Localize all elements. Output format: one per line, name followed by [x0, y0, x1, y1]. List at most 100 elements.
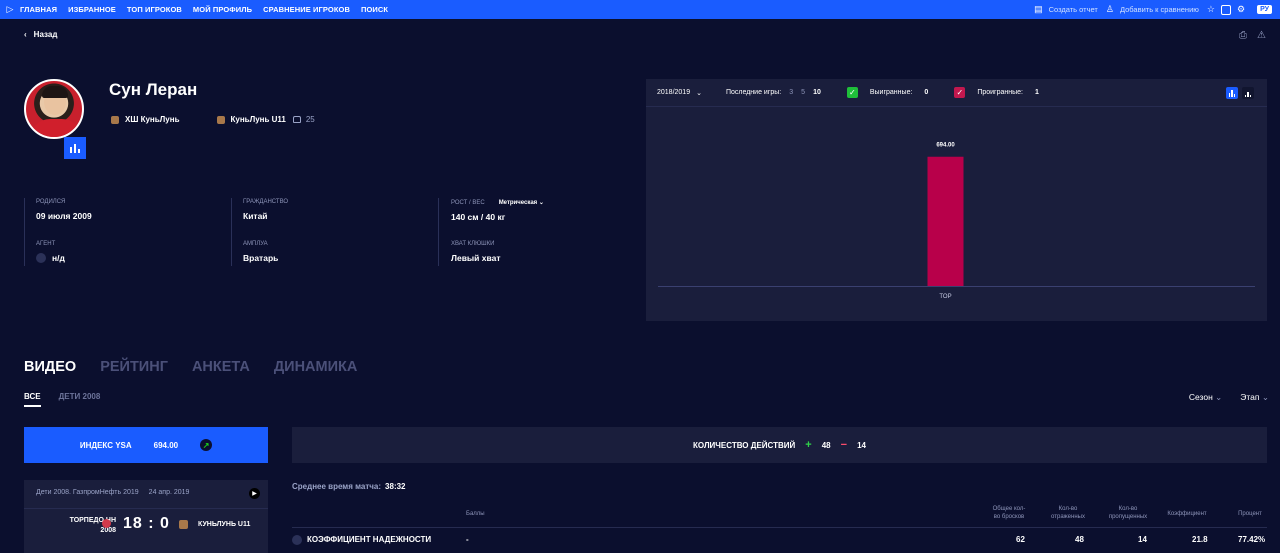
bar-chart: 694.00 TOP: [658, 143, 1255, 300]
row-points: -: [466, 535, 469, 544]
last-games-3[interactable]: 3: [789, 89, 793, 96]
chat-icon[interactable]: [1220, 4, 1231, 15]
home-team-logo-icon: [102, 519, 111, 528]
match-card[interactable]: Дети 2008. ГазпромНефть 2019 24 апр. 201…: [24, 480, 268, 553]
last-games-10[interactable]: 10: [813, 89, 821, 96]
away-team-logo-icon: [179, 520, 188, 529]
jersey-number-value: 25: [305, 115, 315, 124]
scatter-view-button[interactable]: [1242, 87, 1254, 99]
col-head-missed: Кол-во пропущенных: [1108, 506, 1148, 520]
unit-select[interactable]: Метрическая ⌄: [499, 199, 544, 206]
minus-icon: −: [840, 439, 848, 451]
team-link-2[interactable]: КуньЛунь U11: [216, 115, 286, 124]
chart-bar[interactable]: [927, 156, 964, 286]
add-compare-link[interactable]: Добавить к сравнению: [1120, 5, 1199, 14]
row-label: КОЭФФИЦИЕНТ НАДЕЖНОСТИ: [307, 535, 432, 544]
nav-favorites[interactable]: ИЗБРАННОЕ: [68, 5, 116, 14]
agent-value: н/д: [52, 253, 65, 263]
height-weight-block: РОСТ / ВЕС Метрическая ⌄ 140 см / 40 кг: [451, 199, 544, 223]
row-coef: 21.8: [1192, 535, 1208, 544]
chevron-down-icon: ⌄: [696, 89, 702, 97]
player-name: Сун Леран: [109, 80, 198, 99]
table-row[interactable]: [292, 527, 1267, 553]
actions-label: КОЛИЧЕСТВО ДЕЙСТВИЙ: [693, 440, 796, 450]
tab-dynamics[interactable]: ДИНАМИКА: [274, 359, 358, 375]
grip-value: Левый хват: [451, 253, 501, 263]
back-label: Назад: [33, 30, 58, 39]
avatar: [24, 79, 84, 139]
jersey-icon: [292, 116, 301, 123]
col-head-coef: Коэффициент: [1167, 511, 1207, 517]
warning-icon[interactable]: ⚠: [1257, 30, 1266, 41]
settings-icon[interactable]: ⚙: [1237, 4, 1245, 15]
stats-button[interactable]: [64, 137, 86, 159]
nav-search[interactable]: ПОИСК: [361, 5, 388, 14]
team-name-2: КуньЛунь U11: [230, 115, 286, 124]
actions-count-bar: КОЛИЧЕСТВО ДЕЙСТВИЙ + 48 − 14: [292, 427, 1267, 463]
hw-value: 140 см / 40 кг: [451, 212, 506, 222]
match-tournament: Дети 2008. ГазпромНефть 2019: [36, 489, 139, 496]
arrow-up-right-icon: ↗: [200, 439, 213, 451]
row-saved: 48: [1075, 535, 1084, 544]
born-label: РОДИЛСЯ: [36, 199, 66, 205]
star-icon[interactable]: ☆: [1207, 4, 1215, 15]
subtab-all[interactable]: ВСЕ: [24, 392, 41, 407]
top-nav: ▷ ГЛАВНАЯ ИЗБРАННОЕ ТОП ИГРОКОВ МОЙ ПРОФ…: [0, 0, 1280, 19]
nav-compare[interactable]: СРАВНЕНИЕ ИГРОКОВ: [263, 5, 350, 14]
ysa-index-value: 694.00: [153, 440, 179, 450]
last-games-5[interactable]: 5: [801, 89, 805, 96]
lost-label: Проигранные:: [977, 89, 1023, 96]
ysa-index-label: ИНДЕКС YSA: [79, 440, 132, 450]
bar-view-button[interactable]: [1226, 87, 1238, 99]
row-percent: 77.42%: [1238, 535, 1266, 544]
actions-plus-value: 48: [821, 440, 831, 450]
grip-label: ХВАТ КЛЮШКИ: [451, 241, 495, 247]
nav-top-players[interactable]: ТОП ИГРОКОВ: [127, 5, 182, 14]
hw-label: РОСТ / ВЕС: [451, 199, 485, 206]
subtab-kids-2008[interactable]: ДЕТИ 2008: [59, 392, 101, 407]
agent-block: АГЕНТ н/д: [36, 241, 65, 263]
user-add-icon[interactable]: ♙: [1106, 4, 1114, 15]
avg-match-time: Среднее время матча: 38:32: [292, 482, 406, 491]
match-date: 24 апр. 2019: [148, 489, 190, 496]
plus-icon: +: [805, 439, 812, 451]
back-button[interactable]: ‹ Назад: [24, 30, 57, 39]
won-label: Выигранные:: [869, 89, 913, 96]
lost-checkbox[interactable]: ✓: [954, 87, 966, 98]
nav-my-profile[interactable]: МОЙ ПРОФИЛЬ: [193, 5, 252, 14]
grip-block: ХВАТ КЛЮШКИ Левый хват: [451, 241, 501, 263]
chart-category-label: TOP: [939, 294, 951, 300]
agent-label: АГЕНТ: [36, 241, 56, 247]
team-link-1[interactable]: ХШ КуньЛунь: [111, 115, 180, 124]
language-switch[interactable]: РУ: [1257, 5, 1272, 14]
tab-video[interactable]: ВИДЕО: [24, 359, 76, 375]
play-icon[interactable]: ▶: [249, 488, 260, 499]
last-games-label: Последние игры:: [725, 89, 782, 96]
actions-minus-value: 14: [857, 440, 866, 450]
col-head-saved: Кол-во отраженных: [1051, 506, 1085, 520]
report-icon[interactable]: ▤: [1034, 4, 1043, 15]
logo-icon[interactable]: ▷: [0, 0, 20, 19]
chevron-left-icon: ‹: [24, 30, 27, 39]
won-checkbox[interactable]: ✓: [846, 87, 858, 98]
col-head-points: Баллы: [466, 511, 485, 517]
col-head-total-shots: Общее кол-во бросков: [992, 506, 1026, 520]
team-logo-icon: [216, 115, 225, 124]
ysa-index-button[interactable]: ИНДЕКС YSA 694.00 ↗: [24, 427, 268, 463]
tab-profile[interactable]: АНКЕТА: [192, 359, 250, 375]
nav-home[interactable]: ГЛАВНАЯ: [20, 5, 57, 14]
season-filter[interactable]: Сезон: [1189, 392, 1222, 403]
won-count: 0: [924, 89, 929, 96]
tab-rating[interactable]: РЕЙТИНГ: [100, 359, 168, 375]
role-block: АМПЛУА Вратарь: [243, 241, 278, 263]
season-select[interactable]: 2018/2019 ⌄: [657, 89, 702, 97]
citizen-label: ГРАЖДАНСТВО: [243, 199, 289, 205]
stage-filter[interactable]: Этап: [1240, 392, 1269, 403]
role-value: Вратарь: [243, 253, 279, 263]
col-head-percent: Процент: [1238, 511, 1262, 517]
match-score: 18 : 0: [123, 515, 170, 532]
create-report-link[interactable]: Создать отчет: [1049, 5, 1098, 14]
print-icon[interactable]: ⎙: [1239, 30, 1247, 41]
team-logo-icon: [111, 115, 119, 124]
expand-icon[interactable]: [292, 535, 302, 545]
